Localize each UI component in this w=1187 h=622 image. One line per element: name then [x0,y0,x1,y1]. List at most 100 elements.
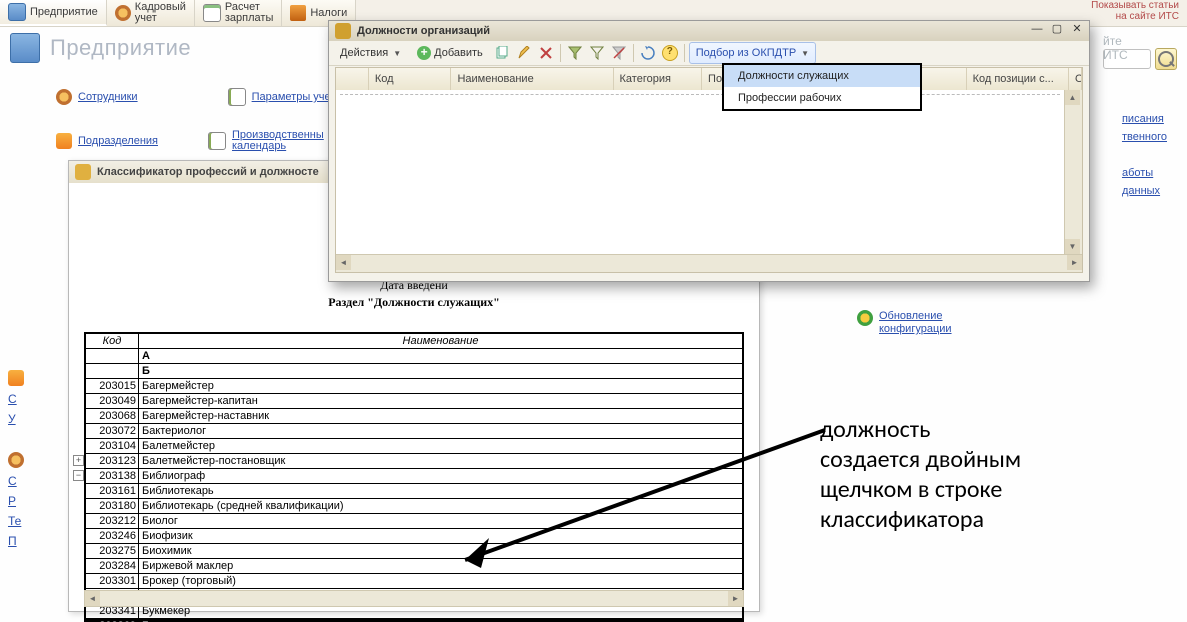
table-row[interactable]: 203180Библиотекарь (средней квалификации… [86,499,743,514]
col-pos-code[interactable]: Код позиции с... [967,68,1069,90]
classifier-hscroll[interactable]: ◄ ► [84,590,744,607]
scroll-left-icon[interactable]: ◄ [336,255,351,270]
edit-icon[interactable] [514,43,534,63]
dropdown-item-professions[interactable]: Профессии рабочих [724,87,920,109]
maximize-button[interactable]: ▢ [1049,23,1065,37]
scroll-left-icon[interactable]: ◄ [85,591,100,606]
table-letter-row[interactable]: А [86,349,743,364]
okpdtr-dropdown: Должности служащих Профессии рабочих [722,63,922,111]
dialog-title: Должности организаций [357,25,490,37]
classifier-table: Код Наименование АБ203015Багермейстер203… [84,332,744,622]
link-sotrudniki[interactable]: Сотрудники [78,91,138,103]
col-category[interactable]: Категория [614,68,703,90]
table-row[interactable]: 203246Биофизик [86,529,743,544]
add-button[interactable]: +Добавить [410,42,490,64]
magnify-icon [1158,51,1174,67]
its-search-go[interactable] [1155,48,1177,70]
tab-label: Налоги [310,8,347,19]
grid-icon [75,164,91,180]
tab-label: Расчет зарплаты [225,2,273,24]
dialog-titlebar[interactable]: Должности организаций — ▢ ✕ [329,21,1089,41]
tab-enterprise[interactable]: Предприятие [0,0,107,26]
table-row[interactable]: 203015Багермейстер [86,379,743,394]
table-row[interactable]: 203138Библиограф [86,469,743,484]
filter2-icon[interactable] [587,43,607,63]
grid-vscroll[interactable]: ▲ ▼ [1064,90,1082,254]
dialog-toolbar: Действия▼ +Добавить ? Подбор из ОКПДТР▼ [329,41,1089,66]
its-note: Показывать статьи на сайте ИТС [1091,0,1179,22]
nav-links-row2: Подразделения Производственны календарь [56,130,324,152]
right-link-3[interactable]: аботы [1122,167,1153,179]
table-row[interactable]: 203123Балетмейстер-постановщик [86,454,743,469]
frag-c[interactable]: С [8,474,24,488]
tab-label: Предприятие [30,7,98,18]
page-title: Предприятие [50,35,191,61]
its-search: йте ИТС [1103,48,1177,70]
frag-d[interactable]: Р [8,494,24,508]
scroll-right-icon[interactable]: ► [1067,255,1082,270]
frag-e[interactable]: Те [8,514,24,528]
table-row[interactable]: 203275Биохимик [86,544,743,559]
tab-label: Кадровый учет [135,2,186,24]
frag-b[interactable]: У [8,412,24,426]
close-button[interactable]: ✕ [1069,23,1085,37]
scroll-down-icon[interactable]: ▼ [1065,239,1080,254]
table-row[interactable]: 203049Багермейстер-капитан [86,394,743,409]
calendar-icon [208,132,226,150]
nav-links-row1: Сотрудники Параметры учет [56,88,335,106]
table-row[interactable]: 203104Балетмейстер [86,439,743,454]
col-code[interactable]: Код [369,68,452,90]
col-code: Код [86,334,139,349]
chart-icon [8,370,24,386]
dialog-grid: Код Наименование Категория По О Код пози… [335,67,1083,273]
tree-expand-plus[interactable]: + [73,455,84,466]
right-link-2[interactable]: твенного [1122,131,1167,143]
link-parametry[interactable]: Параметры учет [252,91,336,103]
col-marker[interactable] [336,68,369,90]
tab-kadry[interactable]: Кадровый учет [107,0,195,26]
tree-gutter: + − [73,455,85,485]
scroll-right-icon[interactable]: ► [728,591,743,606]
tab-zarplata[interactable]: Расчет зарплаты [195,0,282,26]
table-row[interactable]: 203068Багермейстер-наставник [86,409,743,424]
right-link-1[interactable]: писания [1122,113,1164,125]
col-name[interactable]: Наименование [451,68,613,90]
right-link-4[interactable]: данных [1122,185,1160,197]
left-cutoff-links: С У С Р Те П [8,370,24,554]
col-basis[interactable]: Основан [1069,68,1082,90]
frag-a[interactable]: С [8,392,24,406]
link-proizv[interactable]: Производственны календарь [232,130,324,152]
dropdown-item-positions[interactable]: Должности служащих [724,65,920,87]
link-podrazd[interactable]: Подразделения [78,136,158,147]
table-row[interactable]: 203369Бухгалтер [86,619,743,622]
table-row[interactable]: 203301Брокер (торговый) [86,574,743,589]
question-icon: ? [662,45,678,61]
annotation-text: должность создается двойным щелчком в ст… [820,415,1021,535]
scroll-up-icon[interactable]: ▲ [1065,90,1080,105]
filter-icon[interactable] [565,43,585,63]
classifier-title: Классификатор профессий и должносте [97,166,319,178]
table-row[interactable]: 203072Бактериолог [86,424,743,439]
minimize-button[interactable]: — [1029,23,1045,37]
grid-body[interactable] [336,90,1064,254]
refresh-icon[interactable] [638,43,658,63]
doc-icon [228,88,246,106]
filter-off-icon[interactable] [609,43,629,63]
help-icon[interactable]: ? [660,43,680,63]
podbor-okpdtr-button[interactable]: Подбор из ОКПДТР▼ [689,42,816,64]
table-row[interactable]: 203161Библиотекарь [86,484,743,499]
copy-icon[interactable] [492,43,512,63]
grid-hscroll[interactable]: ◄ ► [336,254,1082,272]
people-icon [8,452,24,468]
update-link-2[interactable]: конфигурации [879,323,952,335]
table-row[interactable]: 203212Биолог [86,514,743,529]
frag-f[interactable]: П [8,534,24,548]
table-letter-row[interactable]: Б [86,364,743,379]
globe-icon [857,310,873,326]
delete-icon[interactable] [536,43,556,63]
actions-button[interactable]: Действия▼ [333,42,408,64]
tree-expand-minus[interactable]: − [73,470,84,481]
table-row[interactable]: 203284Биржевой маклер [86,559,743,574]
people-icon [56,89,72,105]
update-link-1[interactable]: Обновление [879,310,943,322]
